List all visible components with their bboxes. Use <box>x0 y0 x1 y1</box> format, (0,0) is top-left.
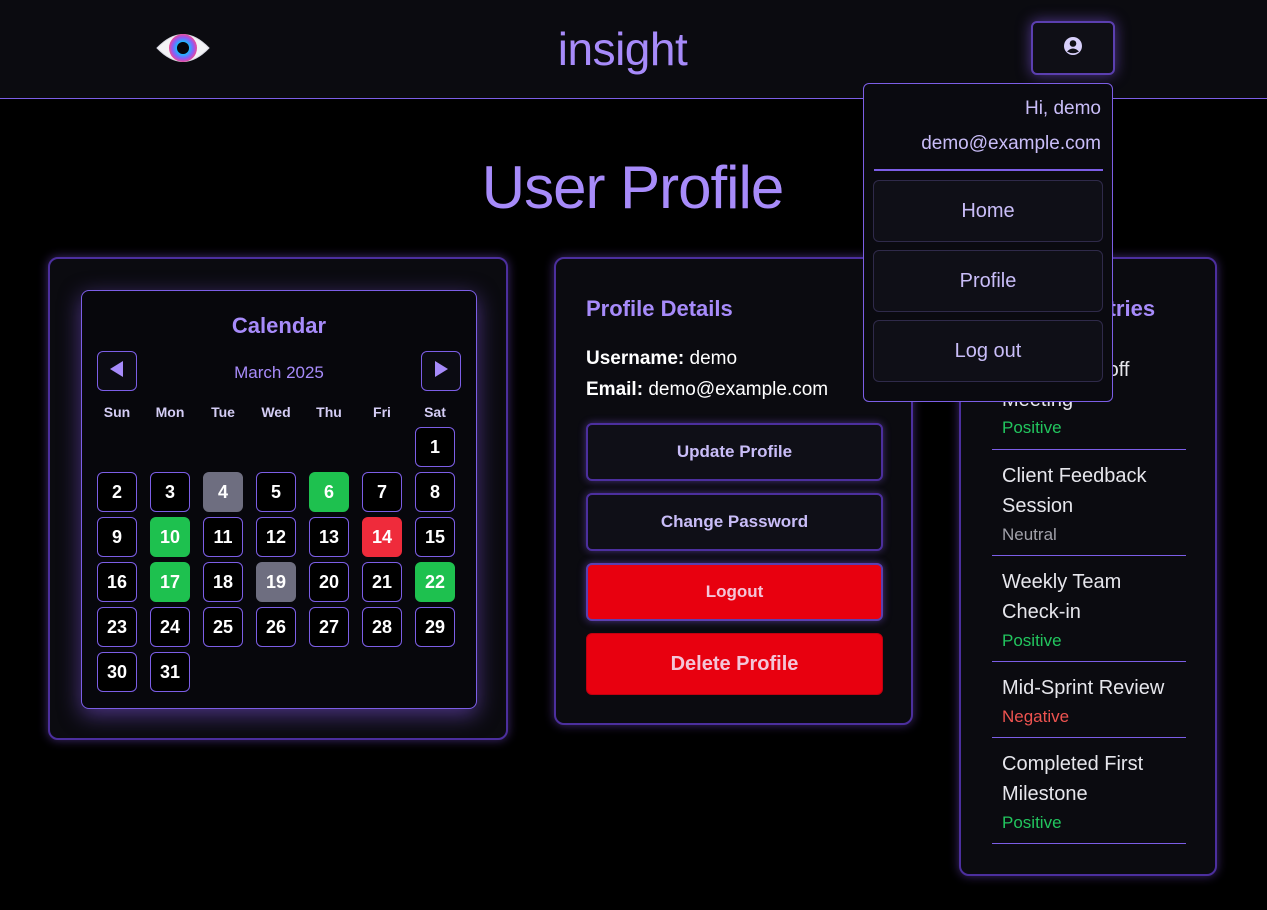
calendar-day[interactable]: 23 <box>97 607 137 647</box>
calendar: Calendar March 2025 Sun Mon Tue Wed Thu Fri Sa… <box>81 290 477 709</box>
calendar-day[interactable]: 10 <box>150 517 190 557</box>
username-line: Username: demo <box>586 348 737 370</box>
entry-title: Mid-Sprint Review <box>1002 677 1165 699</box>
username-value: demo <box>689 348 738 369</box>
entry-sentiment: Negative <box>1002 707 1070 726</box>
entry-title: Client Feedback Session <box>1002 465 1147 517</box>
user-dropdown-menu: Hi, demo demo@example.com Home Profile L… <box>863 83 1113 402</box>
calendar-day[interactable]: 24 <box>150 607 190 647</box>
calendar-day[interactable]: 8 <box>415 472 455 512</box>
delete-profile-button[interactable]: Delete Profile <box>586 633 883 695</box>
calendar-day[interactable]: 18 <box>203 562 243 602</box>
weekday-label: Fri <box>373 404 391 420</box>
user-circle-icon <box>1063 36 1083 61</box>
username-label: Username: <box>586 348 685 369</box>
profile-details-title: Profile Details <box>586 296 733 321</box>
dropdown-divider <box>874 169 1103 171</box>
email-line: Email: demo@example.com <box>586 379 828 401</box>
calendar-day[interactable]: 22 <box>415 562 455 602</box>
calendar-day[interactable]: 26 <box>256 607 296 647</box>
entry-title: Completed First Milestone <box>1002 753 1144 805</box>
calendar-day[interactable]: 19 <box>256 562 296 602</box>
calendar-day[interactable]: 9 <box>97 517 137 557</box>
entry-sentiment: Neutral <box>1002 525 1057 544</box>
calendar-day[interactable]: 11 <box>203 517 243 557</box>
entry-sentiment: Positive <box>1002 813 1062 832</box>
entry-item[interactable]: Weekly Team Check-in Positive <box>992 556 1186 662</box>
calendar-day[interactable]: 16 <box>97 562 137 602</box>
calendar-day[interactable]: 6 <box>309 472 349 512</box>
change-password-button[interactable]: Change Password <box>586 493 883 551</box>
calendar-day[interactable]: 29 <box>415 607 455 647</box>
entry-sentiment: Positive <box>1002 418 1062 437</box>
calendar-day[interactable]: 17 <box>150 562 190 602</box>
menu-item-logout[interactable]: Log out <box>873 320 1103 382</box>
weekday-label: Sat <box>424 404 446 420</box>
next-month-button[interactable] <box>421 351 461 391</box>
user-menu-button[interactable] <box>1031 21 1115 75</box>
calendar-title: Calendar <box>231 313 327 338</box>
logout-button[interactable]: Logout <box>586 563 883 621</box>
calendar-card: Calendar March 2025 Sun Mon Tue Wed Thu Fri Sa… <box>48 257 508 740</box>
dropdown-email: demo@example.com <box>921 133 1101 154</box>
menu-item-home[interactable]: Home <box>873 180 1103 242</box>
weekday-label: Thu <box>316 404 342 420</box>
update-profile-button[interactable]: Update Profile <box>586 423 883 481</box>
weekday-label: Sun <box>103 404 131 420</box>
calendar-day[interactable]: 27 <box>309 607 349 647</box>
menu-item-profile[interactable]: Profile <box>873 250 1103 312</box>
entry-sentiment: Positive <box>1002 631 1062 650</box>
entry-item[interactable]: Completed First Milestone Positive <box>992 738 1186 844</box>
entry-item[interactable]: Client Feedback Session Neutral <box>992 450 1186 556</box>
entry-item[interactable]: Mid-Sprint Review Negative <box>992 662 1186 738</box>
weekday-label: Tue <box>211 404 235 420</box>
calendar-day[interactable]: 21 <box>362 562 402 602</box>
calendar-month-label: March 2025 <box>234 363 324 382</box>
dropdown-greeting: Hi, demo <box>1024 98 1101 119</box>
calendar-day[interactable]: 31 <box>150 652 190 692</box>
calendar-day[interactable]: 25 <box>203 607 243 647</box>
profile-details-card: Profile Details Username: demo Email: de… <box>554 257 913 725</box>
calendar-day[interactable]: 13 <box>309 517 349 557</box>
email-label: Email: <box>586 379 644 400</box>
calendar-day[interactable]: 5 <box>256 472 296 512</box>
email-value: demo@example.com <box>648 379 829 400</box>
calendar-day[interactable]: 2 <box>97 472 137 512</box>
calendar-day[interactable]: 12 <box>256 517 296 557</box>
calendar-day[interactable]: 15 <box>415 517 455 557</box>
calendar-day[interactable]: 3 <box>150 472 190 512</box>
calendar-day[interactable]: 14 <box>362 517 402 557</box>
calendar-day[interactable]: 4 <box>203 472 243 512</box>
calendar-day[interactable]: 1 <box>415 427 455 467</box>
calendar-day[interactable]: 28 <box>362 607 402 647</box>
triangle-right-icon <box>432 360 450 383</box>
calendar-day[interactable]: 7 <box>362 472 402 512</box>
entry-title: Weekly Team Check-in <box>1002 571 1122 623</box>
calendar-day[interactable]: 20 <box>309 562 349 602</box>
weekday-label: Mon <box>155 404 185 420</box>
weekday-label: Wed <box>261 404 291 420</box>
calendar-day[interactable]: 30 <box>97 652 137 692</box>
